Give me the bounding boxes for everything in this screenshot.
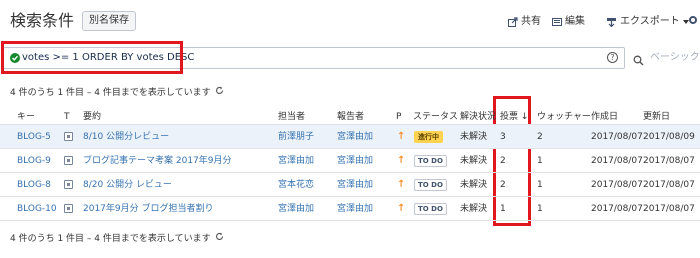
page-title: 検索条件 bbox=[10, 11, 75, 30]
reporter-link[interactable]: 宮澤由加 bbox=[337, 203, 373, 215]
created-date: 2017/08/07 bbox=[591, 180, 643, 190]
status-lozenge: TO DO bbox=[414, 155, 447, 167]
issue-key[interactable]: BLOG-8 bbox=[17, 179, 51, 191]
watchers-value: 1 bbox=[537, 180, 543, 190]
votes-value: 2 bbox=[500, 156, 506, 166]
basic-search-link[interactable]: ベーシック bbox=[650, 52, 700, 64]
issue-key[interactable]: BLOG-10 bbox=[17, 203, 57, 215]
assignee-link[interactable]: 宮澤由加 bbox=[278, 203, 314, 215]
help-icon[interactable]: ? bbox=[607, 52, 618, 63]
assignee-link[interactable]: 前澤朋子 bbox=[278, 131, 314, 143]
resolution-value: 未解決 bbox=[460, 156, 488, 166]
export-label: エクスポート bbox=[620, 16, 680, 27]
edit-button[interactable]: 編集 bbox=[552, 15, 585, 29]
col-header-votes-label: 投票 bbox=[500, 112, 519, 122]
col-header-updated[interactable]: 更新日 bbox=[643, 111, 670, 123]
task-type-icon bbox=[64, 132, 73, 141]
resolution-value: 未解決 bbox=[460, 132, 488, 142]
reporter-link[interactable]: 宮澤由加 bbox=[337, 131, 373, 143]
sort-desc-icon: ↓ bbox=[520, 112, 529, 122]
col-header-priority[interactable]: P bbox=[396, 111, 401, 123]
col-header-type[interactable]: T bbox=[64, 111, 70, 123]
share-button[interactable]: 共有 bbox=[508, 15, 541, 29]
tools-icon bbox=[688, 15, 698, 25]
task-type-icon bbox=[64, 180, 73, 189]
status-lozenge: 進行中 bbox=[414, 131, 443, 143]
export-icon bbox=[606, 17, 617, 27]
priority-high-icon: ↑ bbox=[397, 203, 406, 214]
refresh-icon[interactable] bbox=[215, 86, 224, 99]
task-type-icon bbox=[64, 156, 73, 165]
votes-value: 2 bbox=[500, 180, 506, 190]
result-count-bottom: 4 件のうち 1 件目 – 4 件目までを表示しています bbox=[10, 232, 224, 245]
col-header-reporter[interactable]: 報告者 bbox=[337, 111, 364, 123]
col-header-created[interactable]: 作成日 bbox=[591, 111, 618, 123]
search-icon[interactable] bbox=[633, 51, 644, 70]
votes-value: 3 bbox=[500, 132, 506, 142]
watchers-value: 1 bbox=[537, 204, 543, 214]
col-header-status[interactable]: ステータス bbox=[413, 111, 458, 123]
issue-key[interactable]: BLOG-5 bbox=[17, 131, 51, 143]
status-lozenge: TO DO bbox=[414, 179, 447, 191]
reporter-link[interactable]: 宮澤由加 bbox=[337, 179, 373, 191]
col-header-watchers[interactable]: ウォッチャー bbox=[537, 111, 591, 123]
assignee-link[interactable]: 宮澤由加 bbox=[278, 155, 314, 167]
issue-summary[interactable]: 8/20 公開分 レビュー bbox=[83, 179, 172, 191]
priority-high-icon: ↑ bbox=[397, 131, 406, 142]
issue-summary[interactable]: ブログ記事テーマ考案 2017年9月分 bbox=[83, 155, 232, 167]
refresh-icon[interactable] bbox=[215, 232, 224, 245]
col-header-summary[interactable]: 要約 bbox=[83, 111, 101, 123]
share-label: 共有 bbox=[521, 16, 541, 27]
edit-label: 編集 bbox=[565, 16, 585, 27]
edit-icon bbox=[552, 17, 562, 27]
votes-value: 1 bbox=[500, 204, 506, 214]
created-date: 2017/08/07 bbox=[591, 132, 643, 142]
updated-date: 2017/08/07 bbox=[643, 156, 695, 166]
reporter-link[interactable]: 宮澤由加 bbox=[337, 155, 373, 167]
watchers-value: 1 bbox=[537, 156, 543, 166]
status-lozenge: TO DO bbox=[414, 203, 447, 215]
col-header-key[interactable]: キー bbox=[17, 111, 35, 123]
assignee-link[interactable]: 宮本花恋 bbox=[278, 179, 314, 191]
result-count-label: 4 件のうち 1 件目 – 4 件目までを表示しています bbox=[10, 87, 211, 98]
col-header-votes[interactable]: 投票 ↓ bbox=[500, 111, 528, 123]
updated-date: 2017/08/09 bbox=[643, 132, 695, 142]
created-date: 2017/08/07 bbox=[591, 156, 643, 166]
col-header-assignee[interactable]: 担当者 bbox=[278, 111, 305, 123]
issue-summary[interactable]: 8/10 公開分レビュー bbox=[83, 131, 169, 143]
priority-high-icon: ↑ bbox=[397, 179, 406, 190]
result-count-top: 4 件のうち 1 件目 – 4 件目までを表示しています bbox=[10, 86, 224, 99]
issue-key[interactable]: BLOG-9 bbox=[17, 155, 51, 167]
updated-date: 2017/08/07 bbox=[643, 180, 695, 190]
watchers-value: 2 bbox=[537, 132, 543, 142]
save-as-button[interactable]: 別名保存 bbox=[82, 11, 136, 31]
resolution-value: 未解決 bbox=[460, 180, 488, 190]
result-count-label: 4 件のうち 1 件目 – 4 件目までを表示しています bbox=[10, 233, 211, 244]
created-date: 2017/08/07 bbox=[591, 204, 643, 214]
resolution-value: 未解決 bbox=[460, 204, 488, 214]
issue-summary[interactable]: 2017年9月分 ブログ担当者割り bbox=[83, 203, 214, 215]
col-header-resolution[interactable]: 解決状況 bbox=[460, 111, 496, 123]
export-button[interactable]: エクスポート bbox=[606, 15, 689, 29]
query-highlight-box bbox=[1, 41, 183, 74]
task-type-icon bbox=[64, 204, 73, 213]
updated-date: 2017/08/07 bbox=[643, 204, 695, 214]
priority-high-icon: ↑ bbox=[397, 155, 406, 166]
share-icon bbox=[508, 17, 518, 27]
tools-button[interactable] bbox=[688, 15, 698, 25]
